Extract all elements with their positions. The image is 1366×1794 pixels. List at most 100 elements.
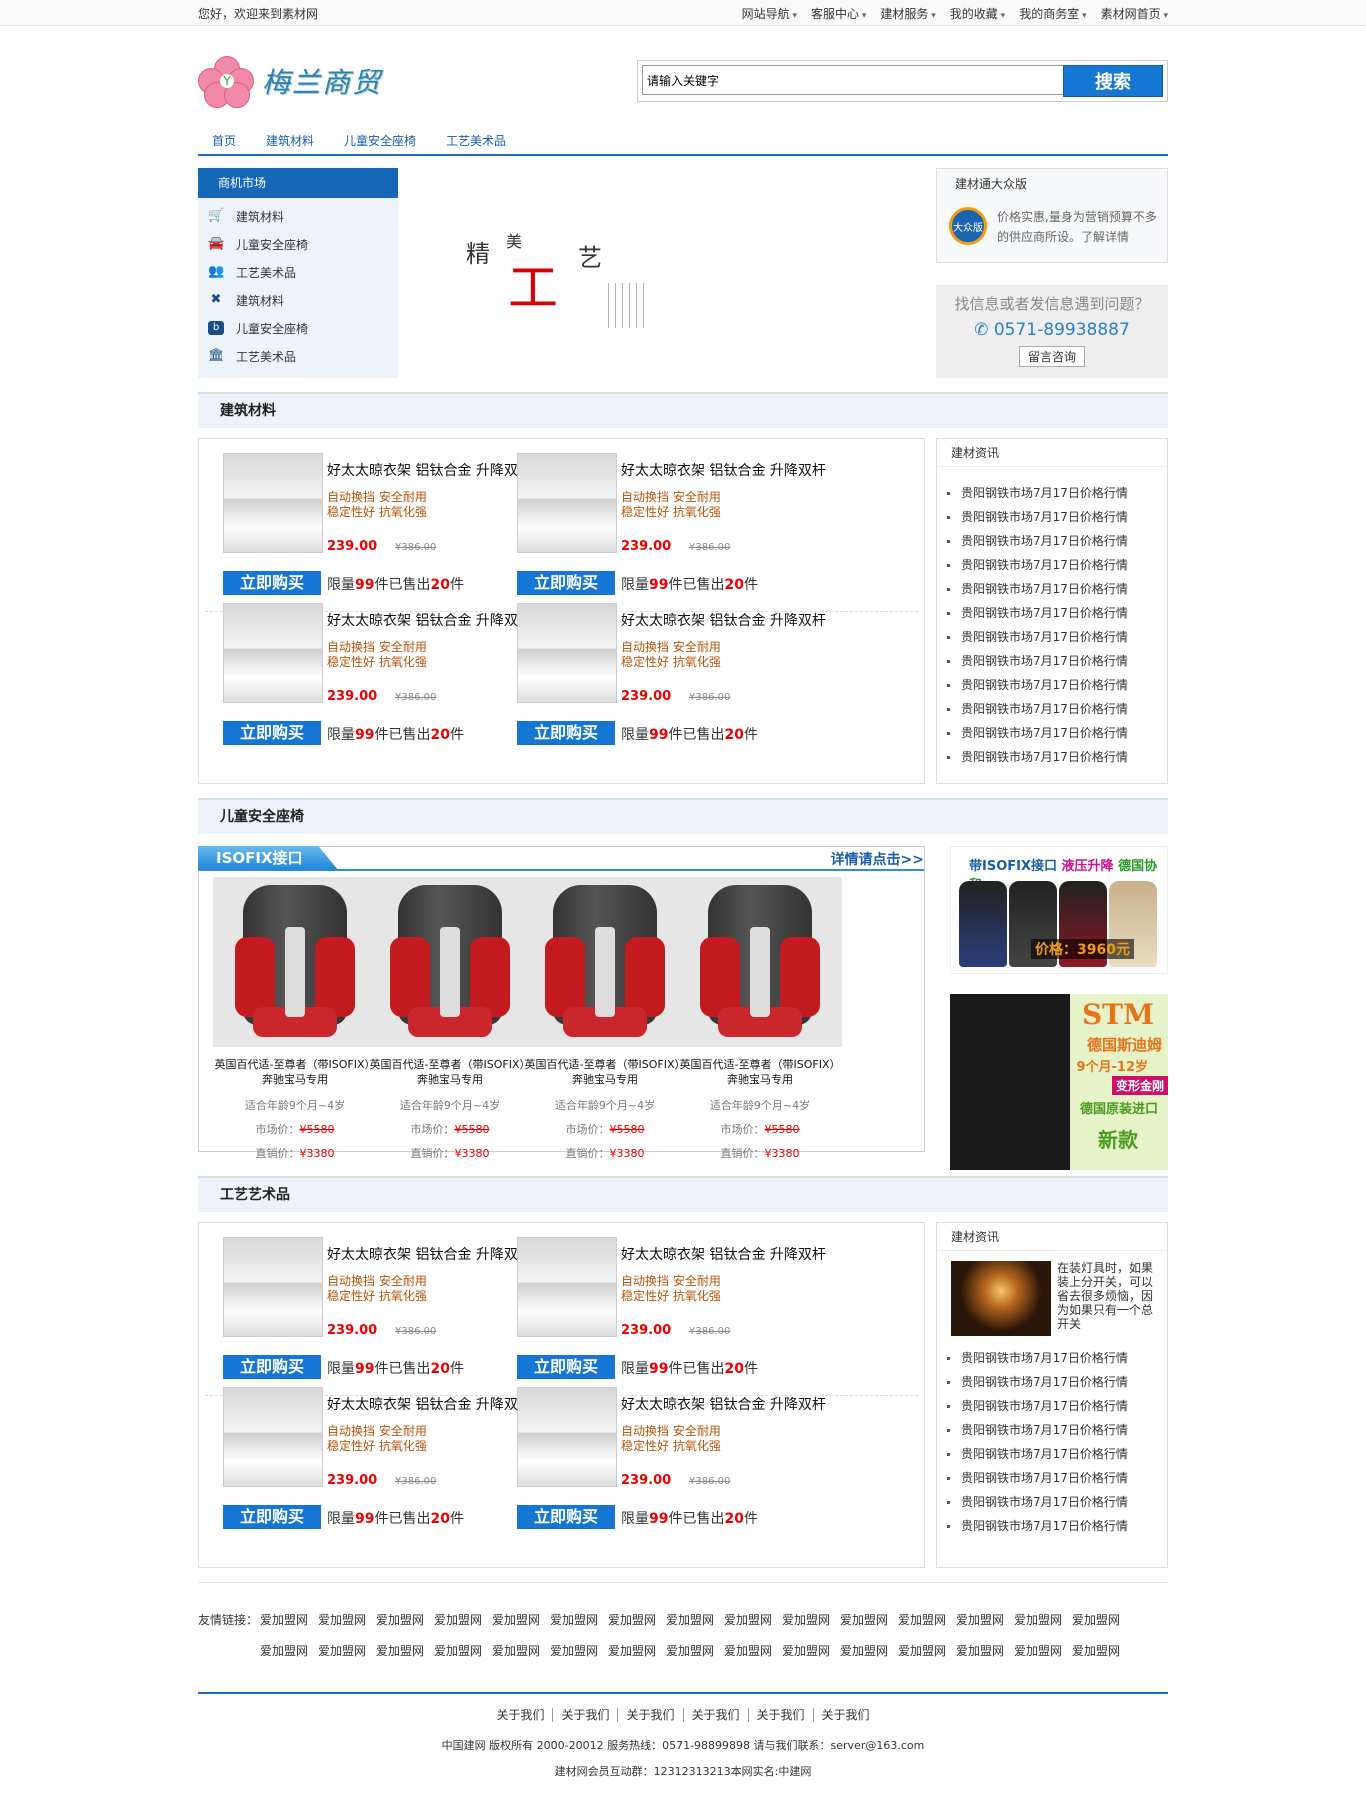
news-item[interactable]: 贵阳钢铁市场7月17日价格行情 bbox=[947, 481, 1167, 505]
friend-link[interactable]: 爱加盟网 bbox=[550, 1642, 598, 1659]
news-item[interactable]: 贵阳钢铁市场7月17日价格行情 bbox=[947, 625, 1167, 649]
search-button[interactable]: 搜索 bbox=[1063, 65, 1163, 97]
news-item[interactable]: 贵阳钢铁市场7月17日价格行情 bbox=[947, 577, 1167, 601]
footer-link[interactable]: 关于我们 bbox=[748, 1708, 814, 1722]
top-link-site-nav[interactable]: 网站导航 bbox=[742, 5, 797, 22]
seat-name[interactable]: 英国百代适-至尊者（带ISOFIX）奔驰宝马专用 bbox=[523, 1057, 687, 1087]
news-item[interactable]: 贵阳钢铁市场7月17日价格行情 bbox=[947, 721, 1167, 745]
footer-link[interactable]: 关于我们 bbox=[553, 1708, 619, 1722]
nav-building[interactable]: 建筑材料 bbox=[266, 132, 314, 149]
news-item[interactable]: 贵阳钢铁市场7月17日价格行情 bbox=[947, 1418, 1167, 1442]
news-item[interactable]: 贵阳钢铁市场7月17日价格行情 bbox=[947, 553, 1167, 577]
friend-link[interactable]: 爱加盟网 bbox=[840, 1642, 888, 1659]
news-item[interactable]: 贵阳钢铁市场7月17日价格行情 bbox=[947, 1346, 1167, 1370]
friend-link[interactable]: 爱加盟网 bbox=[782, 1642, 830, 1659]
message-button[interactable]: 留言咨询 bbox=[1018, 346, 1085, 367]
stm-ad[interactable]: STM 德国斯迪姆 9个月-12岁 变形金刚 德国原装进口 新款 bbox=[950, 994, 1168, 1170]
nav-crafts[interactable]: 工艺美术品 bbox=[446, 132, 506, 149]
friend-link[interactable]: 爱加盟网 bbox=[840, 1611, 888, 1628]
product-image[interactable] bbox=[517, 1387, 617, 1487]
isofix-tab[interactable]: ISOFIX接口 bbox=[198, 846, 338, 870]
friend-link[interactable]: 爱加盟网 bbox=[666, 1642, 714, 1659]
buy-button[interactable]: 立即购买 bbox=[223, 1505, 321, 1529]
news-item[interactable]: 贵阳钢铁市场7月17日价格行情 bbox=[947, 1466, 1167, 1490]
news-item[interactable]: 贵阳钢铁市场7月17日价格行情 bbox=[947, 1490, 1167, 1514]
category-item[interactable]: 🛒 建筑材料 bbox=[198, 202, 398, 230]
friend-link[interactable]: 爱加盟网 bbox=[666, 1611, 714, 1628]
product-image[interactable] bbox=[223, 1387, 323, 1487]
friend-link[interactable]: 爱加盟网 bbox=[434, 1611, 482, 1628]
detail-link[interactable]: 详情请点击>> bbox=[831, 849, 924, 869]
friend-link[interactable]: 爱加盟网 bbox=[1014, 1642, 1062, 1659]
logo[interactable]: Y 梅兰商贸 bbox=[198, 56, 382, 108]
buy-button[interactable]: 立即购买 bbox=[517, 721, 615, 745]
top-link-office[interactable]: 我的商务室 bbox=[1019, 5, 1086, 22]
friend-link[interactable]: 爱加盟网 bbox=[724, 1642, 772, 1659]
friend-link[interactable]: 爱加盟网 bbox=[376, 1642, 424, 1659]
friend-link[interactable]: 爱加盟网 bbox=[492, 1611, 540, 1628]
buy-button[interactable]: 立即购买 bbox=[223, 1355, 321, 1379]
nav-seats[interactable]: 儿童安全座椅 bbox=[344, 132, 416, 149]
product-title[interactable]: 好太太晾衣架 铝钛合金 升降双杆 bbox=[327, 1244, 532, 1264]
isofix-ad[interactable]: 带ISOFIX接口 液压升降 德国协和 价格：3960元 bbox=[950, 846, 1168, 974]
craft-banner[interactable]: 精 美 工 艺 bbox=[398, 168, 938, 378]
product-title[interactable]: 好太太晾衣架 铝钛合金 升降双杆 bbox=[621, 460, 826, 480]
product-image[interactable] bbox=[223, 1237, 323, 1337]
news-item[interactable]: 贵阳钢铁市场7月17日价格行情 bbox=[947, 745, 1167, 769]
buy-button[interactable]: 立即购买 bbox=[223, 571, 321, 595]
product-image[interactable] bbox=[223, 603, 323, 703]
footer-link[interactable]: 关于我们 bbox=[488, 1708, 554, 1722]
friend-link[interactable]: 爱加盟网 bbox=[260, 1642, 308, 1659]
public-edition-ad[interactable]: 建材通大众版 大众版 价格实惠,量身为营销预算不多的供应商所设。了解详情 bbox=[936, 168, 1168, 263]
seat-image[interactable] bbox=[368, 877, 532, 1047]
friend-link[interactable]: 爱加盟网 bbox=[608, 1611, 656, 1628]
product-title[interactable]: 好太太晾衣架 铝钛合金 升降双杆 bbox=[327, 460, 532, 480]
top-link-favorites[interactable]: 我的收藏 bbox=[950, 5, 1005, 22]
buy-button[interactable]: 立即购买 bbox=[223, 721, 321, 745]
buy-button[interactable]: 立即购买 bbox=[517, 1355, 615, 1379]
news-item[interactable]: 贵阳钢铁市场7月17日价格行情 bbox=[947, 1514, 1167, 1538]
top-link-home[interactable]: 素材网首页 bbox=[1101, 5, 1168, 22]
category-item[interactable]: ✖ 建筑材料 bbox=[198, 286, 398, 314]
friend-link[interactable]: 爱加盟网 bbox=[1014, 1611, 1062, 1628]
news-item[interactable]: 贵阳钢铁市场7月17日价格行情 bbox=[947, 649, 1167, 673]
footer-link[interactable]: 关于我们 bbox=[618, 1708, 684, 1722]
friend-link[interactable]: 爱加盟网 bbox=[376, 1611, 424, 1628]
top-link-building[interactable]: 建材服务 bbox=[880, 5, 935, 22]
friend-link[interactable]: 爱加盟网 bbox=[1072, 1642, 1120, 1659]
seat-name[interactable]: 英国百代适-至尊者（带ISOFIX）奔驰宝马专用 bbox=[213, 1057, 377, 1087]
seat-image[interactable] bbox=[213, 877, 377, 1047]
footer-link[interactable]: 关于我们 bbox=[683, 1708, 749, 1722]
news-item[interactable]: 贵阳钢铁市场7月17日价格行情 bbox=[947, 1394, 1167, 1418]
product-title[interactable]: 好太太晾衣架 铝钛合金 升降双杆 bbox=[327, 1394, 532, 1414]
news-item[interactable]: 贵阳钢铁市场7月17日价格行情 bbox=[947, 529, 1167, 553]
friend-link[interactable]: 爱加盟网 bbox=[492, 1642, 540, 1659]
seat-image[interactable] bbox=[678, 877, 842, 1047]
nav-home[interactable]: 首页 bbox=[212, 132, 236, 149]
buy-button[interactable]: 立即购买 bbox=[517, 571, 615, 595]
friend-link[interactable]: 爱加盟网 bbox=[898, 1642, 946, 1659]
product-title[interactable]: 好太太晾衣架 铝钛合金 升降双杆 bbox=[621, 610, 826, 630]
product-image[interactable] bbox=[223, 453, 323, 553]
search-input[interactable] bbox=[642, 65, 1067, 95]
category-item[interactable]: 🏛 工艺美术品 bbox=[198, 342, 398, 370]
product-title[interactable]: 好太太晾衣架 铝钛合金 升降双杆 bbox=[621, 1394, 826, 1414]
category-item[interactable]: 🚘 儿童安全座椅 bbox=[198, 230, 398, 258]
news-item[interactable]: 贵阳钢铁市场7月17日价格行情 bbox=[947, 1370, 1167, 1394]
buy-button[interactable]: 立即购买 bbox=[517, 1505, 615, 1529]
friend-link[interactable]: 爱加盟网 bbox=[434, 1642, 482, 1659]
friend-link[interactable]: 爱加盟网 bbox=[550, 1611, 598, 1628]
category-item[interactable]: 👥 工艺美术品 bbox=[198, 258, 398, 286]
friend-link[interactable]: 爱加盟网 bbox=[956, 1611, 1004, 1628]
top-link-service[interactable]: 客服中心 bbox=[811, 5, 866, 22]
news-item[interactable]: 贵阳钢铁市场7月17日价格行情 bbox=[947, 697, 1167, 721]
seat-name[interactable]: 英国百代适-至尊者（带ISOFIX）奔驰宝马专用 bbox=[368, 1057, 532, 1087]
footer-link[interactable]: 关于我们 bbox=[814, 1708, 878, 1722]
news-item[interactable]: 贵阳钢铁市场7月17日价格行情 bbox=[947, 505, 1167, 529]
product-image[interactable] bbox=[517, 1237, 617, 1337]
news-feature[interactable]: 在装灯具时，如果装上分开关，可以省去很多烦恼，因为如果只有一个总开关 bbox=[937, 1251, 1167, 1336]
friend-link[interactable]: 爱加盟网 bbox=[318, 1642, 366, 1659]
product-title[interactable]: 好太太晾衣架 铝钛合金 升降双杆 bbox=[327, 610, 532, 630]
friend-link[interactable]: 爱加盟网 bbox=[724, 1611, 772, 1628]
product-image[interactable] bbox=[517, 453, 617, 553]
